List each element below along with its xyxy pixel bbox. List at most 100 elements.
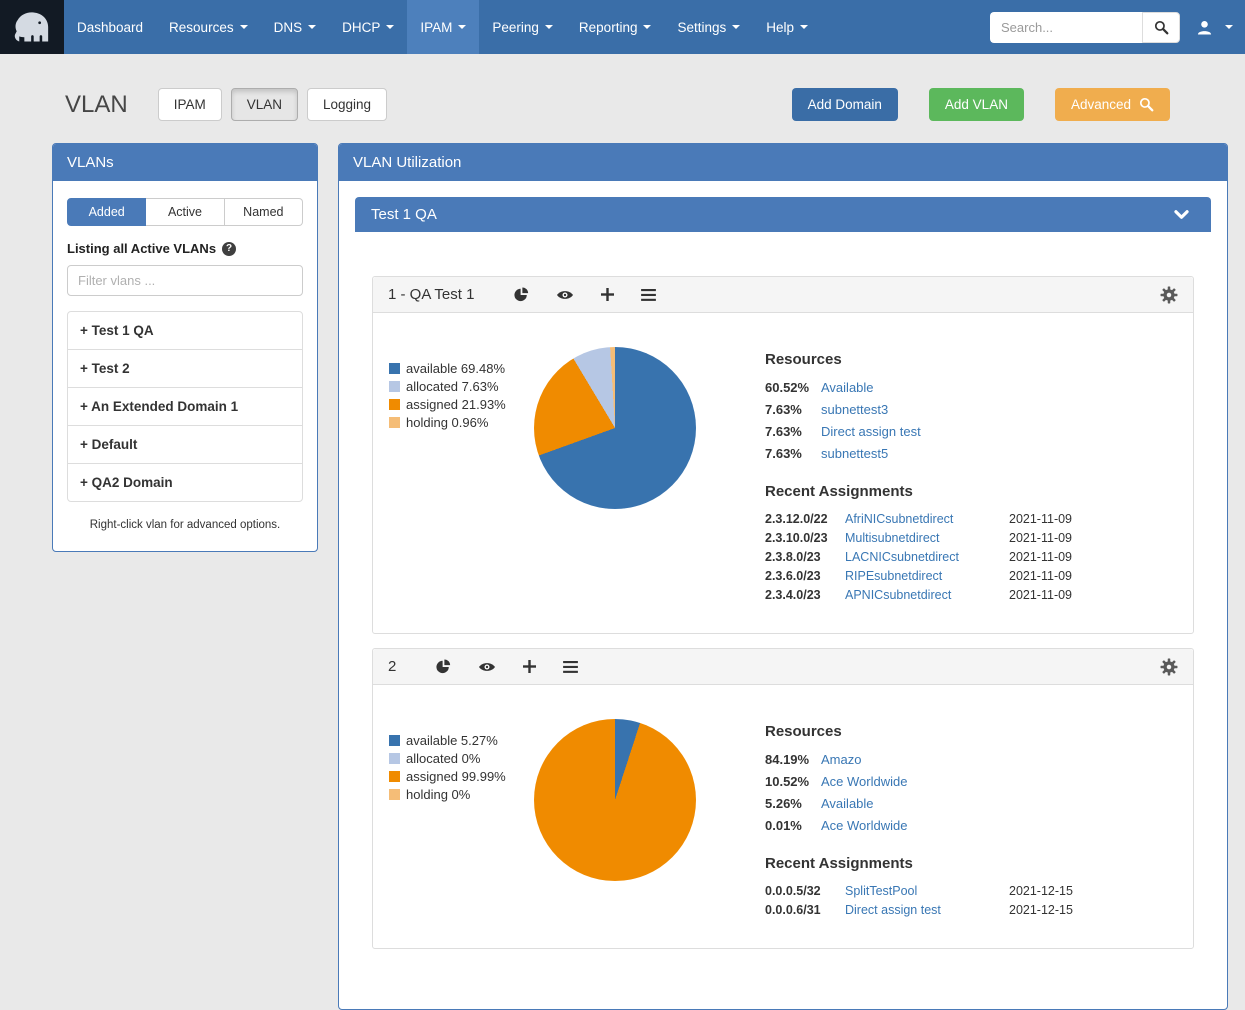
assignment-link[interactable]: APNICsubnetdirect	[845, 588, 997, 602]
vlan-utilization-title: VLAN Utilization	[339, 144, 1227, 181]
resource-percent: 60.52%	[765, 380, 821, 395]
resource-link[interactable]: Amazo	[821, 752, 861, 767]
vlan-list: + Test 1 QA+ Test 2+ An Extended Domain …	[67, 311, 303, 502]
assignment-link[interactable]: SplitTestPool	[845, 884, 997, 898]
resource-link[interactable]: Ace Worldwide	[821, 774, 907, 789]
nav-item-dashboard[interactable]: Dashboard	[64, 0, 156, 54]
resource-percent: 7.63%	[765, 446, 821, 461]
vlans-panel-title: VLANs	[53, 144, 317, 181]
pie-chart-icon[interactable]	[436, 659, 451, 674]
plus-icon[interactable]	[601, 288, 614, 301]
caret-down-icon	[732, 25, 740, 29]
page-actions: Add Domain Add VLAN Advanced	[792, 88, 1170, 121]
assignment-cidr: 0.0.0.6/31	[765, 903, 833, 917]
gear-icon[interactable]	[1160, 286, 1178, 304]
recent-assignment-row: 0.0.0.5/32SplitTestPool2021-12-15	[765, 884, 1177, 898]
nav-item-settings[interactable]: Settings	[664, 0, 753, 54]
assignment-date: 2021-12-15	[1009, 884, 1177, 898]
assignment-date: 2021-11-09	[1009, 531, 1177, 545]
recent-assignment-row: 2.3.8.0/23LACNICsubnetdirect2021-11-09	[765, 550, 1177, 564]
navbar-right	[990, 0, 1245, 54]
recent-assignment-row: 2.3.4.0/23APNICsubnetdirect2021-11-09	[765, 588, 1177, 602]
user-menu[interactable]	[1196, 19, 1233, 36]
legend-item: allocated 7.63%	[389, 379, 529, 394]
vlan-item-test-1-qa[interactable]: + Test 1 QA	[67, 311, 303, 350]
global-search-button[interactable]	[1142, 12, 1180, 43]
filter-vlans-input[interactable]	[67, 265, 303, 296]
tab-vlan[interactable]: VLAN	[231, 88, 298, 121]
vlan-card: 2available 5.27%allocated 0%assigned 99.…	[372, 648, 1194, 949]
resource-link[interactable]: subnettest3	[821, 402, 888, 417]
legend-item: holding 0.96%	[389, 415, 529, 430]
nav-item-dns[interactable]: DNS	[261, 0, 330, 54]
add-domain-button[interactable]: Add Domain	[792, 88, 898, 121]
vlan-card-title: 1 - QA Test 1	[388, 286, 474, 303]
vlan-item-qa2-domain[interactable]: + QA2 Domain	[67, 463, 303, 502]
vlan-card-body: available 69.48%allocated 7.63%assigned …	[373, 313, 1193, 633]
nav-item-dhcp[interactable]: DHCP	[329, 0, 407, 54]
vlan-item-test-2[interactable]: + Test 2	[67, 349, 303, 388]
assignment-link[interactable]: AfriNICsubnetdirect	[845, 512, 997, 526]
section-title: Test 1 QA	[371, 206, 437, 223]
elephant-logo-icon[interactable]	[0, 0, 64, 54]
add-vlan-button[interactable]: Add VLAN	[929, 88, 1024, 121]
resource-link[interactable]: Available	[821, 796, 874, 811]
nav-item-label: Reporting	[579, 20, 638, 35]
utilization-pie-chart	[534, 719, 696, 881]
vlan-tab-active[interactable]: Active	[146, 198, 224, 226]
legend-swatch	[389, 399, 400, 410]
tab-logging[interactable]: Logging	[307, 88, 387, 121]
pie-chart-icon[interactable]	[514, 287, 529, 302]
legend-swatch	[389, 417, 400, 428]
assignment-link[interactable]: LACNICsubnetdirect	[845, 550, 997, 564]
global-search	[990, 12, 1180, 43]
tab-ipam[interactable]: IPAM	[158, 88, 222, 121]
assignment-cidr: 2.3.6.0/23	[765, 569, 833, 583]
resource-link[interactable]: Ace Worldwide	[821, 818, 907, 833]
resource-row: 60.52%Available	[765, 380, 1177, 395]
menu-icon[interactable]	[563, 661, 578, 673]
resource-row: 10.52%Ace Worldwide	[765, 774, 1177, 789]
resource-row: 7.63%Direct assign test	[765, 424, 1177, 439]
assignment-cidr: 2.3.8.0/23	[765, 550, 833, 564]
resource-link[interactable]: subnettest5	[821, 446, 888, 461]
caret-down-icon	[800, 25, 808, 29]
gear-icon[interactable]	[1160, 658, 1178, 676]
nav-item-reporting[interactable]: Reporting	[566, 0, 665, 54]
section-body: 1 - QA Test 1 available 69.48%allocated 7…	[355, 232, 1211, 993]
eye-icon[interactable]	[478, 661, 496, 673]
assignment-link[interactable]: Direct assign test	[845, 903, 997, 917]
assignment-link[interactable]: RIPEsubnetdirect	[845, 569, 997, 583]
global-search-input[interactable]	[990, 12, 1142, 43]
chevron-down-icon[interactable]	[1174, 208, 1189, 221]
question-icon[interactable]: ?	[222, 242, 236, 256]
eye-icon[interactable]	[556, 289, 574, 301]
nav-item-peering[interactable]: Peering	[479, 0, 566, 54]
plus-icon[interactable]	[523, 660, 536, 673]
nav-item-ipam[interactable]: IPAM	[407, 0, 479, 54]
nav-item-resources[interactable]: Resources	[156, 0, 261, 54]
vlan-item-default[interactable]: + Default	[67, 425, 303, 464]
resource-link[interactable]: Direct assign test	[821, 424, 921, 439]
resource-percent: 5.26%	[765, 796, 821, 811]
utilization-pie-chart	[534, 347, 696, 509]
legend-label: assigned 21.93%	[406, 397, 506, 412]
vlan-tab-named[interactable]: Named	[225, 198, 303, 226]
vlans-panel-body: AddedActiveNamed Listing all Active VLAN…	[53, 181, 317, 551]
legend-item: assigned 99.99%	[389, 769, 529, 784]
menu-icon[interactable]	[641, 289, 656, 301]
section-header[interactable]: Test 1 QA	[355, 197, 1211, 232]
resource-link[interactable]: Available	[821, 380, 874, 395]
caret-down-icon	[308, 25, 316, 29]
vlan-filter-tabs: AddedActiveNamed	[67, 198, 303, 226]
legend-item: holding 0%	[389, 787, 529, 802]
nav-item-label: DHCP	[342, 20, 380, 35]
nav-item-label: Help	[766, 20, 794, 35]
vlan-tab-added[interactable]: Added	[67, 198, 146, 226]
caret-down-icon	[545, 25, 553, 29]
vlan-item-an-extended-domain-1[interactable]: + An Extended Domain 1	[67, 387, 303, 426]
assignment-link[interactable]: Multisubnetdirect	[845, 531, 997, 545]
nav-item-help[interactable]: Help	[753, 0, 821, 54]
resource-row: 7.63%subnettest3	[765, 402, 1177, 417]
advanced-button[interactable]: Advanced	[1055, 88, 1170, 121]
